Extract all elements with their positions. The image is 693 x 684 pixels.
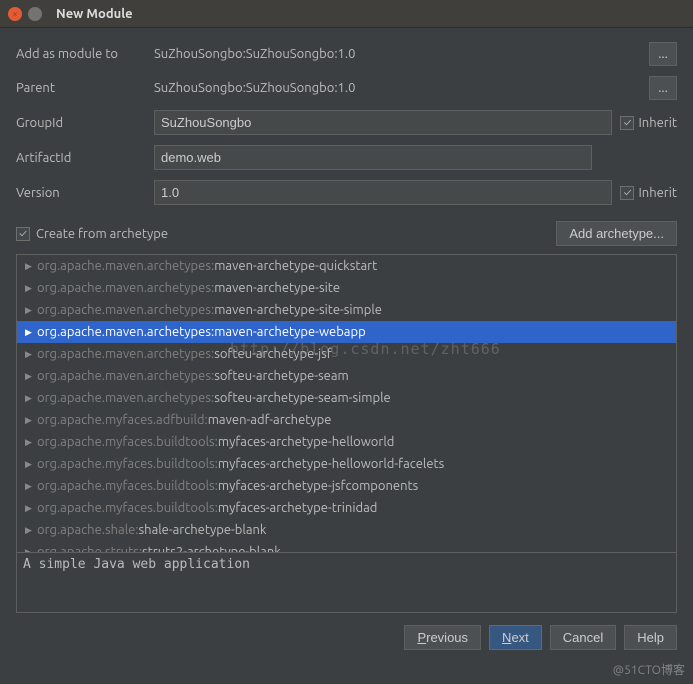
archetype-artifact: struts2-archetype-blank (142, 545, 281, 552)
archetype-tree[interactable]: ▶org.apache.maven.archetypes:maven-arche… (17, 255, 676, 552)
value-add-as: SuZhouSongbo:SuZhouSongbo:1.0 (154, 47, 641, 61)
create-from-label: Create from archetype (36, 227, 168, 241)
checkbox-icon: ✓ (620, 116, 634, 130)
inherit-version[interactable]: ✓ Inherit (620, 186, 677, 200)
help-button[interactable]: Help (624, 625, 677, 650)
archetype-group: org.apache.maven.archetypes: (37, 325, 214, 339)
row-parent: Parent SuZhouSongbo:SuZhouSongbo:1.0 ... (16, 76, 677, 100)
corner-watermark: @51CTO博客 (613, 661, 685, 678)
archetype-artifact: maven-adf-archetype (208, 413, 332, 427)
expand-icon: ▶ (25, 261, 37, 272)
archetype-group: org.apache.shale: (37, 523, 139, 537)
archetype-group: org.apache.maven.archetypes: (37, 303, 214, 317)
archetype-group: org.apache.maven.archetypes: (37, 281, 214, 295)
archetype-artifact: maven-archetype-site-simple (214, 303, 382, 317)
tree-item[interactable]: ▶org.apache.struts:struts2-archetype-bla… (17, 541, 676, 552)
groupid-input[interactable] (154, 110, 612, 135)
titlebar: × New Module (0, 0, 693, 28)
archetype-group: org.apache.myfaces.buildtools: (37, 457, 218, 471)
tree-item[interactable]: ▶org.apache.maven.archetypes:maven-arche… (17, 321, 676, 343)
value-parent: SuZhouSongbo:SuZhouSongbo:1.0 (154, 81, 641, 95)
tree-item[interactable]: ▶org.apache.myfaces.buildtools:myfaces-a… (17, 475, 676, 497)
archetype-artifact: maven-archetype-webapp (214, 325, 366, 339)
row-artifactid: ArtifactId (16, 145, 677, 170)
tree-item[interactable]: ▶org.apache.maven.archetypes:maven-arche… (17, 277, 676, 299)
expand-icon: ▶ (25, 525, 37, 536)
archetype-group: org.apache.maven.archetypes: (37, 369, 214, 383)
archetype-group: org.apache.myfaces.buildtools: (37, 479, 218, 493)
row-groupid: GroupId ✓ Inherit (16, 110, 677, 135)
archetype-artifact: myfaces-archetype-helloworld (218, 435, 395, 449)
tree-item[interactable]: ▶org.apache.maven.archetypes:softeu-arch… (17, 343, 676, 365)
archetype-artifact: myfaces-archetype-jsfcomponents (218, 479, 418, 493)
archetype-artifact: softeu-archetype-jsf (214, 347, 332, 361)
expand-icon: ▶ (25, 503, 37, 514)
checkbox-icon: ✓ (620, 186, 634, 200)
expand-icon: ▶ (25, 327, 37, 338)
archetype-group: org.apache.struts: (37, 545, 142, 552)
tree-item[interactable]: ▶org.apache.myfaces.adfbuild:maven-adf-a… (17, 409, 676, 431)
dialog-footer: Previous Next Cancel Help (16, 613, 677, 650)
version-input[interactable] (154, 180, 612, 205)
previous-button[interactable]: Previous (404, 625, 481, 650)
artifactid-input[interactable] (154, 145, 592, 170)
expand-icon: ▶ (25, 349, 37, 360)
close-icon[interactable]: × (8, 7, 22, 21)
archetype-bar: ✓ Create from archetype Add archetype... (16, 221, 677, 246)
window-title: New Module (56, 7, 133, 21)
tree-item[interactable]: ▶org.apache.myfaces.buildtools:myfaces-a… (17, 453, 676, 475)
add-archetype-button[interactable]: Add archetype... (556, 221, 677, 246)
archetype-group: org.apache.myfaces.buildtools: (37, 501, 218, 515)
tree-item[interactable]: ▶org.apache.myfaces.buildtools:myfaces-a… (17, 431, 676, 453)
tree-item[interactable]: ▶org.apache.maven.archetypes:maven-arche… (17, 255, 676, 277)
cancel-button[interactable]: Cancel (550, 625, 616, 650)
archetype-artifact: shale-archetype-blank (139, 523, 267, 537)
archetype-artifact: softeu-archetype-seam (214, 369, 349, 383)
minimize-icon[interactable] (28, 7, 42, 21)
archetype-tree-container: ▶org.apache.maven.archetypes:maven-arche… (16, 254, 677, 613)
archetype-group: org.apache.maven.archetypes: (37, 391, 214, 405)
tree-item[interactable]: ▶org.apache.maven.archetypes:softeu-arch… (17, 387, 676, 409)
row-add-as: Add as module to SuZhouSongbo:SuZhouSong… (16, 42, 677, 66)
label-version: Version (16, 186, 146, 200)
tree-item[interactable]: ▶org.apache.myfaces.buildtools:myfaces-a… (17, 497, 676, 519)
label-artifactid: ArtifactId (16, 151, 146, 165)
archetype-group: org.apache.myfaces.adfbuild: (37, 413, 208, 427)
next-button[interactable]: Next (489, 625, 542, 650)
inherit-label: Inherit (638, 116, 677, 130)
dialog-content: Add as module to SuZhouSongbo:SuZhouSong… (0, 28, 693, 660)
archetype-artifact: myfaces-archetype-trinidad (218, 501, 378, 515)
archetype-group: org.apache.maven.archetypes: (37, 259, 214, 273)
archetype-group: org.apache.myfaces.buildtools: (37, 435, 218, 449)
create-from-archetype[interactable]: ✓ Create from archetype (16, 227, 168, 241)
browse-add-as-button[interactable]: ... (649, 42, 677, 66)
archetype-artifact: maven-archetype-quickstart (214, 259, 377, 273)
label-groupid: GroupId (16, 116, 146, 130)
expand-icon: ▶ (25, 393, 37, 404)
expand-icon: ▶ (25, 305, 37, 316)
expand-icon: ▶ (25, 459, 37, 470)
archetype-group: org.apache.maven.archetypes: (37, 347, 214, 361)
inherit-groupid[interactable]: ✓ Inherit (620, 116, 677, 130)
archetype-artifact: myfaces-archetype-helloworld-facelets (218, 457, 444, 471)
label-parent: Parent (16, 81, 146, 95)
checkbox-icon: ✓ (16, 227, 30, 241)
expand-icon: ▶ (25, 547, 37, 553)
browse-parent-button[interactable]: ... (649, 76, 677, 100)
archetype-description: A simple Java web application (17, 552, 676, 612)
archetype-artifact: maven-archetype-site (214, 281, 340, 295)
expand-icon: ▶ (25, 283, 37, 294)
tree-item[interactable]: ▶org.apache.maven.archetypes:maven-arche… (17, 299, 676, 321)
archetype-artifact: softeu-archetype-seam-simple (214, 391, 391, 405)
expand-icon: ▶ (25, 437, 37, 448)
inherit-label: Inherit (638, 186, 677, 200)
expand-icon: ▶ (25, 481, 37, 492)
label-add-as: Add as module to (16, 47, 146, 61)
tree-item[interactable]: ▶org.apache.shale:shale-archetype-blank (17, 519, 676, 541)
tree-item[interactable]: ▶org.apache.maven.archetypes:softeu-arch… (17, 365, 676, 387)
expand-icon: ▶ (25, 371, 37, 382)
row-version: Version ✓ Inherit (16, 180, 677, 205)
expand-icon: ▶ (25, 415, 37, 426)
